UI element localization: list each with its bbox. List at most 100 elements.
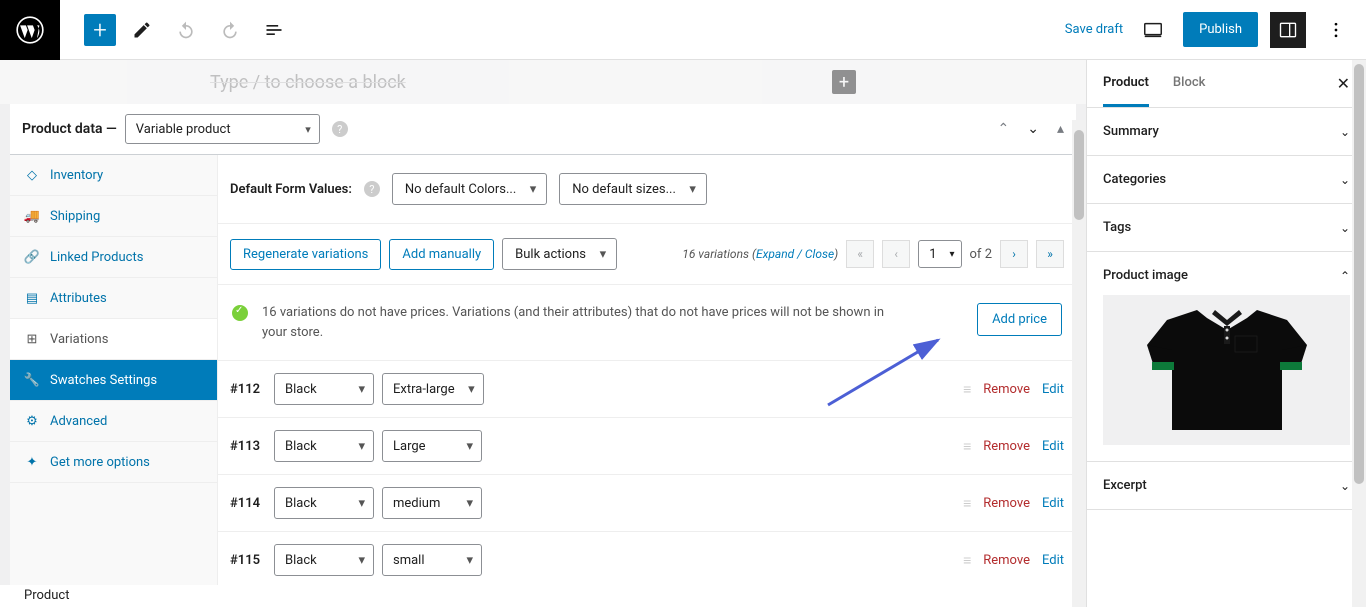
variation-id: #113 (230, 439, 266, 454)
tab-attributes[interactable]: ▤Attributes (10, 278, 217, 319)
panel-categories[interactable]: Categories⌄ (1087, 156, 1366, 204)
wordpress-logo[interactable] (0, 0, 60, 60)
add-manually-button[interactable]: Add manually (389, 239, 494, 270)
drag-handle-icon[interactable]: ≡ (963, 552, 971, 569)
price-notice: 16 variations do not have prices. Variat… (218, 285, 1076, 361)
help-icon[interactable]: ? (332, 121, 348, 137)
drag-handle-icon[interactable]: ≡ (963, 381, 971, 398)
spark-icon: ✦ (24, 454, 40, 470)
undo-button[interactable] (168, 12, 204, 48)
panel-product-image: Product image ⌃ (1087, 252, 1366, 462)
tab-advanced[interactable]: ⚙Advanced (10, 401, 217, 442)
panel-up-icon[interactable]: ⌃ (998, 121, 1010, 137)
variations-icon: ⊞ (24, 331, 40, 347)
more-options-button[interactable] (1318, 12, 1354, 48)
remove-variation-link[interactable]: Remove (983, 496, 1030, 511)
add-price-button[interactable]: Add price (977, 303, 1062, 336)
variation-id: #112 (230, 382, 266, 397)
panel-tags[interactable]: Tags⌄ (1087, 204, 1366, 252)
block-inserter-hint[interactable]: Type / to choose a block + (0, 60, 1086, 104)
variation-size-select[interactable]: small (382, 544, 482, 576)
edit-variation-link[interactable]: Edit (1042, 553, 1064, 568)
save-draft-button[interactable]: Save draft (1065, 22, 1123, 37)
edit-variation-link[interactable]: Edit (1042, 496, 1064, 511)
pager-of-text: of 2 (970, 247, 992, 262)
chevron-down-icon: ⌄ (1340, 221, 1350, 235)
edit-mode-button[interactable] (124, 12, 160, 48)
panel-down-icon[interactable]: ⌄ (1027, 121, 1039, 137)
chevron-up-icon[interactable]: ⌃ (1340, 269, 1350, 283)
main-scrollbar[interactable] (1072, 120, 1086, 607)
edit-variation-link[interactable]: Edit (1042, 382, 1064, 397)
variation-size-select[interactable]: Extra-large (382, 373, 484, 405)
expand-close-link[interactable]: Expand / Close (756, 247, 834, 261)
redo-button[interactable] (212, 12, 248, 48)
link-icon: 🔗 (24, 249, 40, 265)
variation-color-select[interactable]: Black (274, 373, 374, 405)
tab-shipping[interactable]: 🚚Shipping (10, 196, 217, 237)
pager-next[interactable]: › (1000, 240, 1028, 268)
variation-id: #115 (230, 553, 266, 568)
variations-count: 16 variations (Expand / Close) (682, 247, 838, 261)
product-type-select[interactable]: Variable product (125, 114, 320, 144)
variation-color-select[interactable]: Black (274, 544, 374, 576)
chevron-down-icon: ⌄ (1340, 173, 1350, 187)
tab-swatches-settings[interactable]: 🔧Swatches Settings (10, 360, 217, 401)
panel-excerpt[interactable]: Excerpt⌄ (1087, 462, 1366, 510)
add-block-button[interactable]: + (84, 14, 116, 46)
pager-prev[interactable]: ‹ (882, 240, 910, 268)
variation-row[interactable]: #112 BlackExtra-large ≡ Remove Edit (218, 361, 1076, 418)
remove-variation-link[interactable]: Remove (983, 382, 1030, 397)
tab-inventory[interactable]: ◇Inventory (10, 155, 217, 196)
tab-linked-products[interactable]: 🔗Linked Products (10, 237, 217, 278)
settings-sidebar: Product Block ✕ Summary⌄ Categories⌄ Tag… (1086, 60, 1366, 607)
help-icon[interactable]: ? (364, 181, 380, 197)
default-colors-select[interactable]: No default Colors... (392, 173, 547, 205)
variation-color-select[interactable]: Black (274, 430, 374, 462)
chevron-down-icon: ⌄ (1340, 125, 1350, 139)
variation-row[interactable]: #113 BlackLarge ≡ Remove Edit (218, 418, 1076, 475)
settings-sidebar-toggle[interactable] (1270, 12, 1306, 48)
attributes-icon: ▤ (24, 290, 40, 306)
variation-color-select[interactable]: Black (274, 487, 374, 519)
plus-icon: + (93, 18, 107, 42)
bulk-actions-select[interactable]: Bulk actions (502, 238, 617, 270)
product-data-tabs: ◇Inventory 🚚Shipping 🔗Linked Products ▤A… (10, 155, 218, 607)
variation-size-select[interactable]: medium (382, 487, 482, 519)
remove-variation-link[interactable]: Remove (983, 439, 1030, 454)
breadcrumb: Product (0, 585, 1086, 607)
sidebar-tab-block[interactable]: Block (1173, 60, 1205, 107)
remove-variation-link[interactable]: Remove (983, 553, 1030, 568)
shipping-icon: 🚚 (24, 208, 40, 224)
editor-main: Type / to choose a block + Product data … (0, 60, 1086, 607)
tab-variations[interactable]: ⊞Variations (10, 319, 217, 360)
tab-get-more-options[interactable]: ✦Get more options (10, 442, 217, 483)
drag-handle-icon[interactable]: ≡ (963, 495, 971, 512)
check-icon (232, 305, 248, 321)
pager-first[interactable]: « (846, 240, 874, 268)
pager-page-select[interactable]: 1 (918, 240, 961, 268)
regenerate-variations-button[interactable]: Regenerate variations (230, 239, 381, 270)
panel-summary[interactable]: Summary⌄ (1087, 108, 1366, 156)
variation-row[interactable]: #114 Blackmedium ≡ Remove Edit (218, 475, 1076, 532)
product-image-thumbnail[interactable] (1103, 295, 1350, 445)
chevron-down-icon: ⌄ (1340, 479, 1350, 493)
variation-size-select[interactable]: Large (382, 430, 482, 462)
drag-handle-icon[interactable]: ≡ (963, 438, 971, 455)
sidebar-scrollbar[interactable] (1352, 60, 1366, 607)
variations-panel: Default Form Values: ? No default Colors… (218, 155, 1076, 607)
document-overview-button[interactable] (256, 12, 292, 48)
sidebar-tab-product[interactable]: Product (1103, 60, 1149, 107)
inventory-icon: ◇ (24, 167, 40, 183)
variation-id: #114 (230, 496, 266, 511)
preview-button[interactable] (1135, 12, 1171, 48)
sidebar-close-button[interactable]: ✕ (1337, 74, 1350, 93)
publish-button[interactable]: Publish (1183, 12, 1258, 47)
edit-variation-link[interactable]: Edit (1042, 439, 1064, 454)
default-sizes-select[interactable]: No default sizes... (559, 173, 707, 205)
pager-last[interactable]: » (1036, 240, 1064, 268)
panel-toggle-icon[interactable]: ▴ (1057, 121, 1064, 137)
product-data-panel: Product data — Variable product ? ⌃ ⌄ ▴ … (10, 104, 1076, 607)
inline-add-block-button[interactable]: + (832, 70, 856, 94)
variation-row[interactable]: #115 Blacksmall ≡ Remove Edit (218, 532, 1076, 589)
